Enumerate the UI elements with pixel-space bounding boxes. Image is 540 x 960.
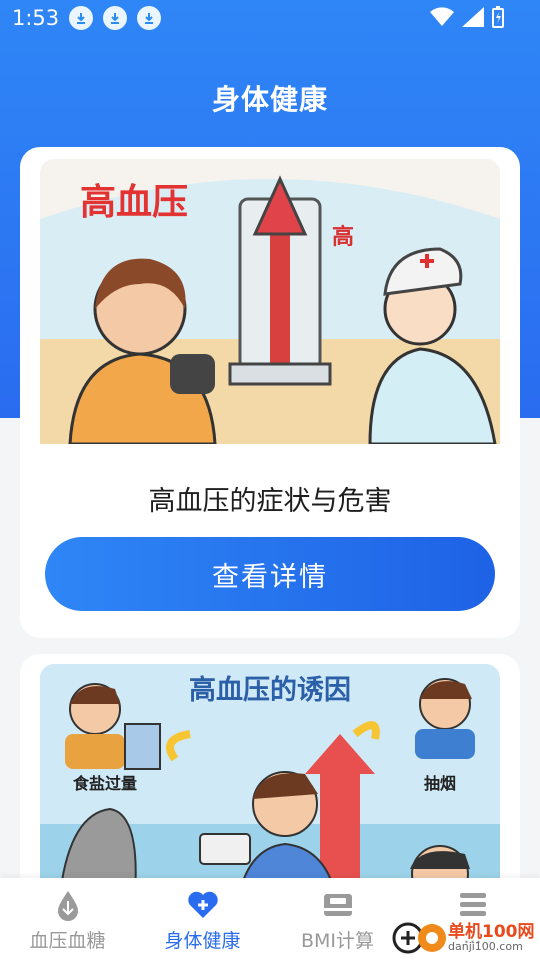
tab-body-health[interactable]: 身体健康	[135, 878, 270, 960]
page-title: 身体健康	[211, 83, 328, 116]
status-icons	[430, 6, 504, 28]
download-icon	[137, 6, 162, 30]
article-title: 高血压的症状与危害	[148, 486, 392, 517]
drop-icon	[54, 888, 82, 922]
cause-label-smoking: 抽烟	[424, 774, 456, 793]
causes-heading: 高血压的诱因	[189, 674, 351, 706]
status-bar: 1:53	[0, 0, 540, 36]
status-time: 1:53	[12, 6, 60, 30]
scale-icon	[322, 888, 354, 922]
watermark-text: 单机100网	[448, 921, 535, 942]
cause-label-salt: 食盐过量	[72, 774, 137, 793]
watermark-logo-icon	[392, 922, 446, 954]
site-watermark: 单机100网 danji100.com	[392, 918, 540, 958]
view-details-button[interactable]: 查看详情	[45, 537, 495, 611]
tab-label: 身体健康	[164, 930, 241, 952]
tab-blood-pressure[interactable]: 血压血糖	[0, 878, 135, 960]
article-card[interactable]: 高血压的诱因 食盐过量 抽烟	[20, 654, 520, 914]
download-icon	[69, 6, 94, 30]
hypertension-illustration: 高血压 高	[40, 159, 500, 444]
menu-icon	[458, 888, 488, 922]
download-icon	[103, 6, 128, 30]
article-card[interactable]: 高血压 高 高血压的症状与危害 查看详情	[20, 147, 520, 638]
wifi-icon	[430, 7, 454, 27]
tab-label: BMI计算	[300, 930, 375, 952]
illustration-side-text: 高	[332, 224, 354, 250]
heart-plus-icon	[187, 888, 219, 922]
watermark-url: danji100.com	[448, 939, 523, 953]
hypertension-causes-illustration: 高血压的诱因 食盐过量 抽烟	[40, 664, 500, 914]
signal-icon	[462, 7, 484, 27]
tab-bmi[interactable]: BMI计算	[270, 878, 405, 960]
tab-label: 血压血糖	[29, 930, 106, 952]
battery-icon	[492, 6, 504, 28]
illustration-title-art: 高血压	[80, 182, 188, 223]
